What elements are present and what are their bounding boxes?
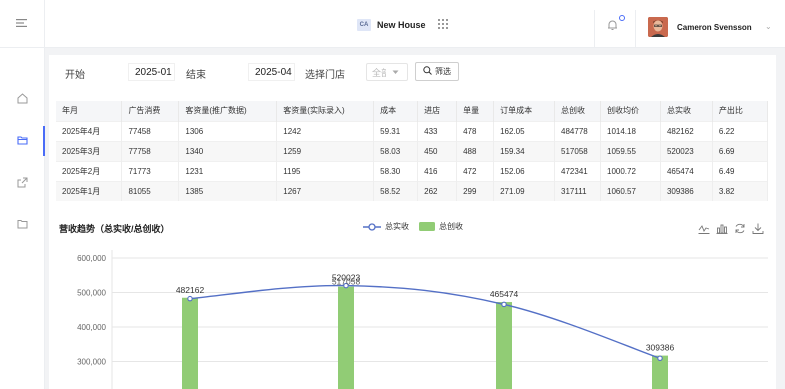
series-line[interactable] [189,284,661,359]
bar[interactable] [182,297,198,389]
data-label: 517058 [332,277,361,287]
data-label: 482162 [176,285,205,295]
line-point[interactable] [657,355,663,362]
data-label: 465474 [490,289,519,299]
y-tick-label: 600,000 [77,254,106,263]
line-point[interactable] [501,301,507,308]
data-label: 309386 [646,343,675,353]
revenue-chart: 600,000500,000400,000300,000 48216252002… [77,250,768,389]
y-tick-label: 400,000 [77,323,106,332]
y-tick-label: 300,000 [77,358,106,367]
bar[interactable] [496,302,512,389]
line-point[interactable] [187,295,193,302]
bar[interactable] [338,286,354,389]
y-tick-label: 500,000 [77,289,106,298]
